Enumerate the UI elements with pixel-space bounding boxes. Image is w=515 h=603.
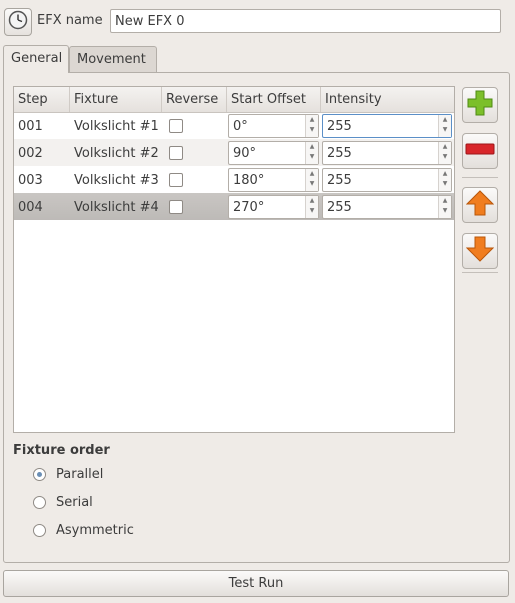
start-offset-spinbox[interactable]: 180° ▲ ▼ xyxy=(228,168,319,192)
column-header-step[interactable]: Step xyxy=(14,87,70,112)
step-cell: 004 xyxy=(18,200,43,215)
radio-label: Parallel xyxy=(56,467,104,482)
start-offset-value: 0° xyxy=(233,119,248,134)
clock-button[interactable] xyxy=(4,8,32,36)
fixture-cell: Volkslicht #4 xyxy=(74,200,159,215)
test-run-button[interactable]: Test Run xyxy=(3,570,509,597)
fixture-cell: Volkslicht #2 xyxy=(74,146,159,161)
start-offset-spinbox[interactable]: 0° ▲ ▼ xyxy=(228,114,319,138)
step-cell: 002 xyxy=(18,146,43,161)
intensity-value: 255 xyxy=(327,173,352,188)
intensity-value: 255 xyxy=(327,119,352,134)
spin-arrows-icon[interactable]: ▲ ▼ xyxy=(438,169,451,191)
spin-arrows-icon[interactable]: ▲ ▼ xyxy=(305,115,318,137)
table-row[interactable]: 003 Volkslicht #3 180° ▲ ▼ 255 ▲ ▼ xyxy=(14,166,454,193)
intensity-spinbox[interactable]: 255 ▲ ▼ xyxy=(322,141,452,165)
start-offset-value: 270° xyxy=(233,200,265,215)
column-header-reverse[interactable]: Reverse xyxy=(162,87,227,112)
fixture-table[interactable]: Step Fixture Reverse Start Offset Intens… xyxy=(13,86,455,433)
spin-arrows-icon[interactable]: ▲ ▼ xyxy=(438,115,451,137)
intensity-spinbox[interactable]: 255 ▲ ▼ xyxy=(322,195,452,219)
start-offset-spinbox[interactable]: 270° ▲ ▼ xyxy=(228,195,319,219)
radio-label: Serial xyxy=(56,495,93,510)
fixture-order-title: Fixture order xyxy=(13,443,110,458)
reverse-checkbox[interactable] xyxy=(169,200,183,214)
radio-button-icon[interactable] xyxy=(33,468,46,481)
column-header-start-offset[interactable]: Start Offset xyxy=(227,87,321,112)
add-icon xyxy=(466,89,494,121)
radio-button-icon[interactable] xyxy=(33,496,46,509)
radio-label: Asymmetric xyxy=(56,523,134,538)
remove-icon xyxy=(465,143,495,159)
reverse-checkbox[interactable] xyxy=(169,146,183,160)
spin-arrows-icon[interactable]: ▲ ▼ xyxy=(438,196,451,218)
reverse-checkbox[interactable] xyxy=(169,173,183,187)
fixture-cell: Volkslicht #1 xyxy=(74,119,159,134)
spin-arrows-icon[interactable]: ▲ ▼ xyxy=(305,142,318,164)
spin-arrows-icon[interactable]: ▲ ▼ xyxy=(438,142,451,164)
table-header: Step Fixture Reverse Start Offset Intens… xyxy=(14,87,454,113)
start-offset-value: 180° xyxy=(233,173,265,188)
fixture-cell: Volkslicht #3 xyxy=(74,173,159,188)
side-separator xyxy=(462,272,498,273)
intensity-value: 255 xyxy=(327,146,352,161)
arrow-up-icon xyxy=(465,189,495,221)
step-cell: 001 xyxy=(18,119,43,134)
add-fixture-button[interactable] xyxy=(462,87,498,123)
radio-button-icon[interactable] xyxy=(33,524,46,537)
intensity-spinbox[interactable]: 255 ▲ ▼ xyxy=(322,114,452,138)
clock-icon xyxy=(8,10,28,34)
table-row[interactable]: 001 Volkslicht #1 0° ▲ ▼ 255 ▲ ▼ xyxy=(14,112,454,139)
efx-name-label: EFX name xyxy=(37,13,103,28)
table-row-selected[interactable]: 004 Volkslicht #4 270° ▲ ▼ 255 ▲ ▼ xyxy=(14,193,454,220)
lower-fixture-button[interactable] xyxy=(462,233,498,269)
start-offset-value: 90° xyxy=(233,146,257,161)
column-header-fixture[interactable]: Fixture xyxy=(70,87,162,112)
intensity-spinbox[interactable]: 255 ▲ ▼ xyxy=(322,168,452,192)
intensity-value: 255 xyxy=(327,200,352,215)
remove-fixture-button[interactable] xyxy=(462,133,498,169)
start-offset-spinbox[interactable]: 90° ▲ ▼ xyxy=(228,141,319,165)
tab-movement[interactable]: Movement xyxy=(69,46,157,72)
spin-arrows-icon[interactable]: ▲ ▼ xyxy=(305,169,318,191)
raise-fixture-button[interactable] xyxy=(462,187,498,223)
table-row[interactable]: 002 Volkslicht #2 90° ▲ ▼ 255 ▲ ▼ xyxy=(14,139,454,166)
side-separator xyxy=(462,177,498,178)
efx-name-input[interactable] xyxy=(110,9,501,33)
tab-general[interactable]: General xyxy=(3,45,69,73)
spin-arrows-icon[interactable]: ▲ ▼ xyxy=(305,196,318,218)
column-header-intensity[interactable]: Intensity xyxy=(321,87,454,112)
reverse-checkbox[interactable] xyxy=(169,119,183,133)
step-cell: 003 xyxy=(18,173,43,188)
arrow-down-icon xyxy=(465,235,495,267)
